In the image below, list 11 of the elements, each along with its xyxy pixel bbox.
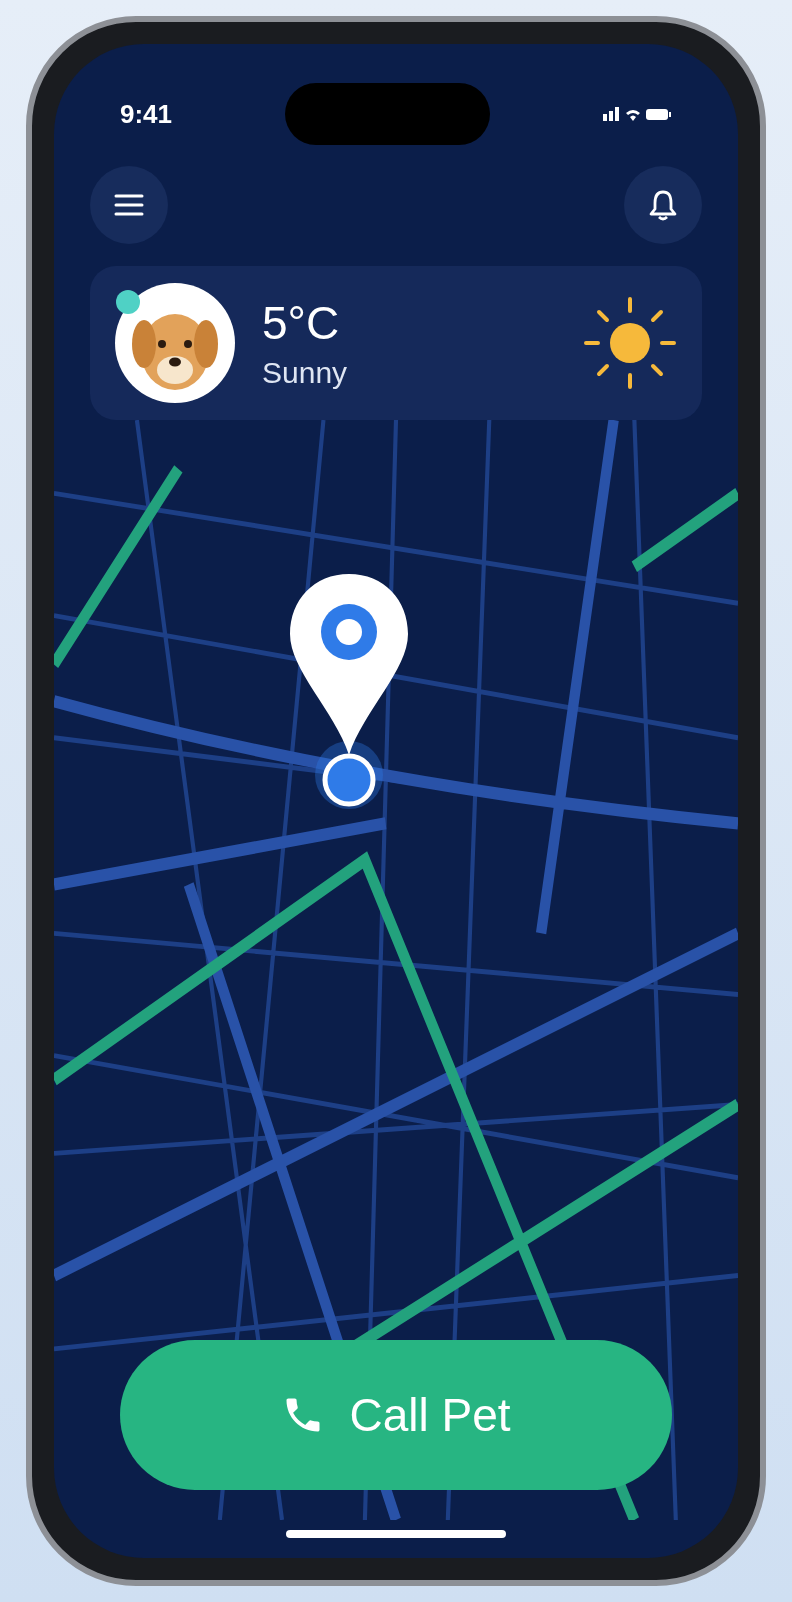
call-pet-button[interactable]: Call Pet: [120, 1340, 672, 1490]
status-time: 9:41: [120, 98, 173, 130]
weather-condition: Sunny: [262, 356, 349, 390]
signal-icon: [602, 107, 620, 121]
temperature: 5°C: [262, 296, 341, 350]
status-dot: [116, 290, 140, 314]
wifi-icon: [625, 107, 641, 121]
bell-icon: [648, 189, 678, 221]
sun-icon: [582, 295, 678, 391]
battery-icon: [646, 108, 672, 120]
menu-icon: [114, 193, 144, 217]
